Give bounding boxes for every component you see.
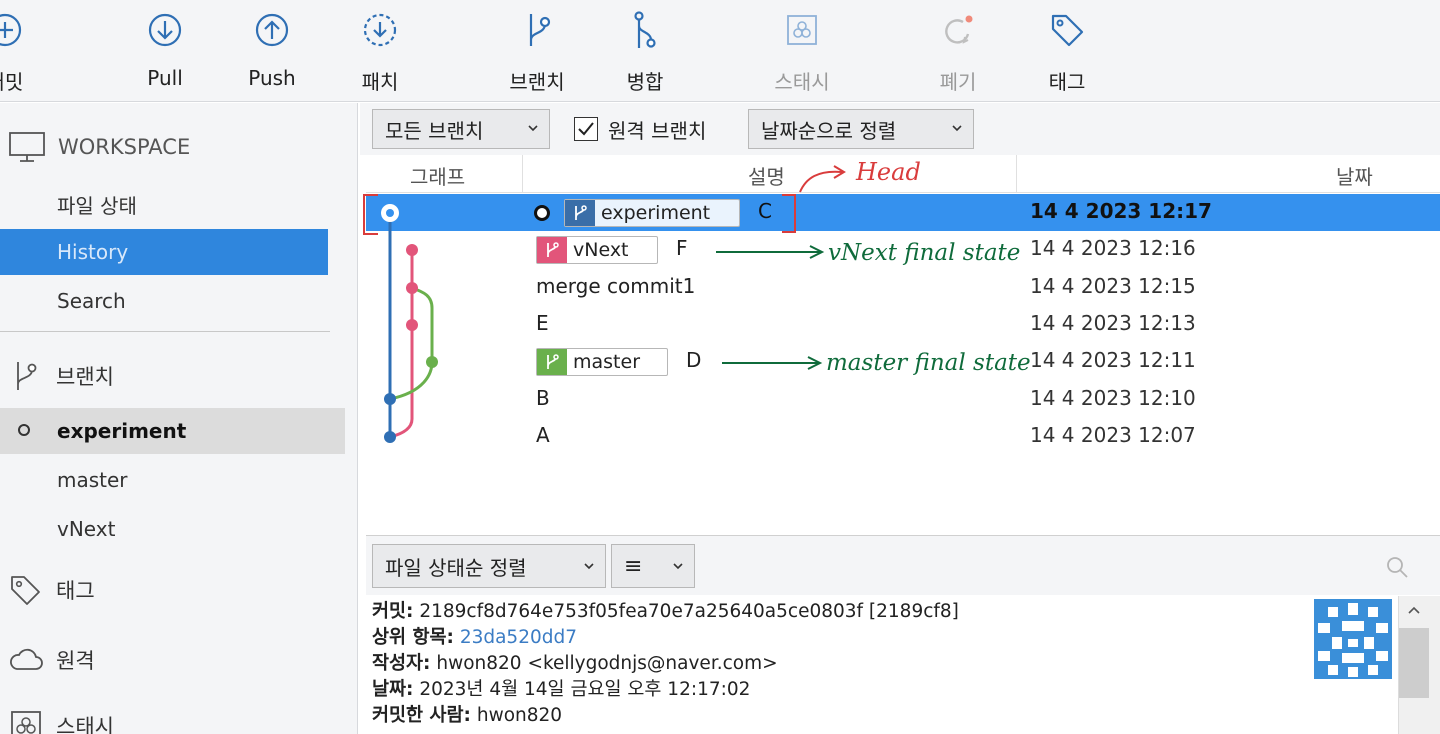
list-view-icon: ≡ xyxy=(624,553,643,579)
commit-hash: 2189cf8d764e753f05fea70e7a25640a5ce0803f… xyxy=(419,601,959,622)
annotation-master-final: master final state xyxy=(826,350,1031,376)
file-sort-dropdown[interactable]: 파일 상태순 정렬 xyxy=(372,544,606,588)
dropdown-value: 파일 상태순 정렬 xyxy=(385,555,527,580)
chevron-down-icon xyxy=(673,563,683,570)
parent-hash-link[interactable]: 23da520dd7 xyxy=(460,627,577,648)
detail-date: 날짜: 2023년 4월 14일 금요일 오후 12:17:02 xyxy=(372,677,1398,703)
detail-parents: 상위 항목: 23da520dd7 xyxy=(372,625,1398,651)
details-scrollbar[interactable] xyxy=(1398,596,1440,734)
chevron-down-icon xyxy=(584,563,594,570)
commit-details: 커밋: 2189cf8d764e753f05fea70e7a25640a5ce0… xyxy=(366,596,1398,734)
annotation-vnext-final: vNext final state xyxy=(828,240,1021,266)
date-value: 2023년 4월 14일 금요일 오후 12:17:02 xyxy=(419,679,751,700)
author-avatar xyxy=(1314,599,1392,679)
detail-author: 작성자: hwon820 <kellygodnjs@naver.com> xyxy=(372,651,1398,677)
head-arrow xyxy=(799,170,843,193)
file-panel-toolbar: 파일 상태순 정렬 ≡ xyxy=(366,535,1440,595)
annotation-head: Head xyxy=(856,158,921,186)
author-value: hwon820 <kellygodnjs@naver.com> xyxy=(436,653,778,674)
detail-committer: 커밋한 사람: hwon820 xyxy=(372,703,1398,729)
head-bracket-right xyxy=(782,194,796,233)
detail-label: 날짜: xyxy=(372,679,414,700)
detail-label: 커밋한 사람: xyxy=(372,705,471,726)
chevron-up-icon[interactable] xyxy=(1407,604,1421,616)
scrollbar-thumb[interactable] xyxy=(1399,628,1429,698)
head-bracket-left xyxy=(363,194,378,235)
detail-commit: 커밋: 2189cf8d764e753f05fea70e7a25640a5ce0… xyxy=(372,599,1398,625)
detail-label: 작성자: xyxy=(372,653,431,674)
view-mode-dropdown[interactable]: ≡ xyxy=(611,544,695,588)
detail-label: 상위 항목: xyxy=(372,627,454,648)
committer-value: hwon820 xyxy=(476,705,563,726)
detail-label: 커밋: xyxy=(372,601,414,622)
search-icon[interactable] xyxy=(1384,554,1410,580)
